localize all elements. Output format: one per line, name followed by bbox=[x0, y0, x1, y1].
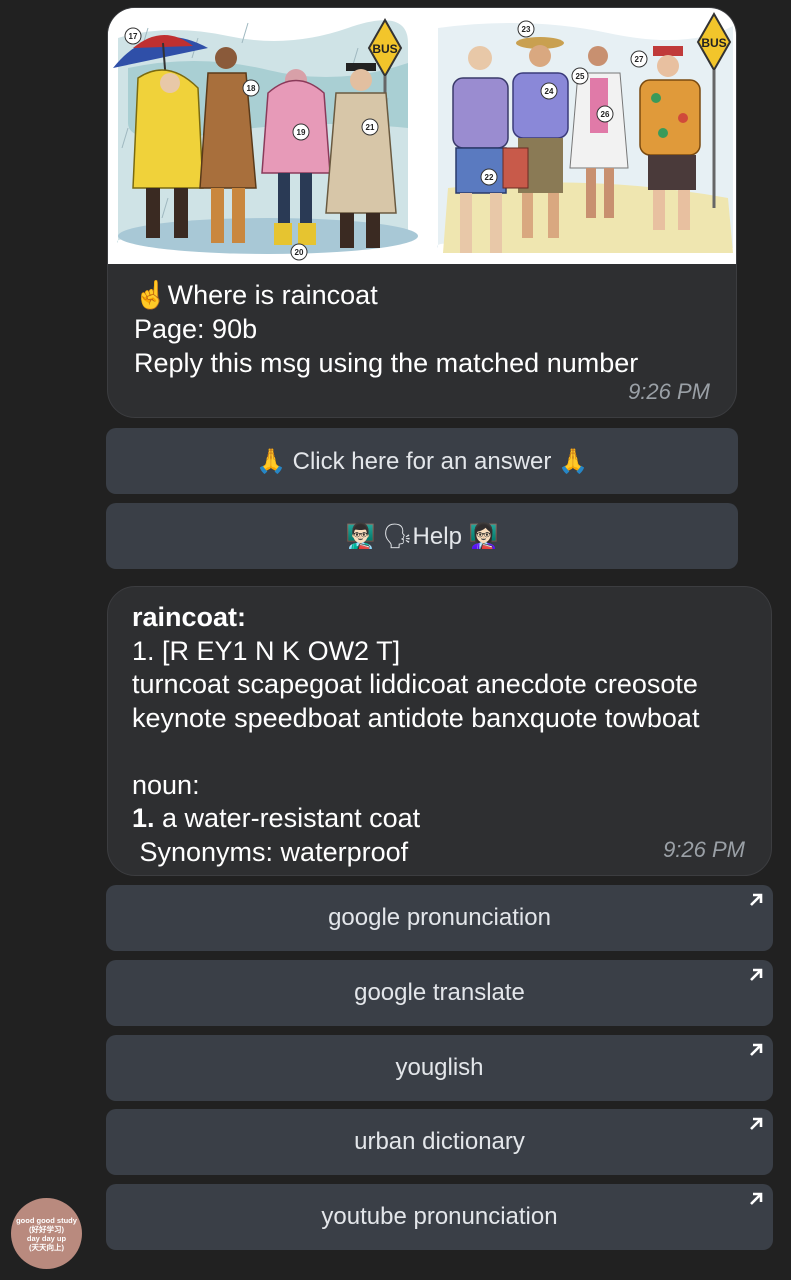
svg-text:18: 18 bbox=[247, 84, 256, 93]
definition-text: a water-resistant coat bbox=[154, 803, 421, 833]
youglish-label: youglish bbox=[395, 1054, 484, 1081]
rhymes-line-2: keynote speedboat antidote banxquote tow… bbox=[132, 702, 700, 733]
help-button-label: 👨🏻‍🏫 🗣Help 👩🏻‍🏫 bbox=[345, 522, 499, 550]
svg-text:17: 17 bbox=[129, 32, 138, 41]
page-reference: Page: 90b bbox=[134, 314, 258, 344]
help-button[interactable]: 👨🏻‍🏫 🗣Help 👩🏻‍🏫 bbox=[106, 503, 738, 569]
answer-button[interactable]: 🙏 Click here for an answer 🙏 bbox=[106, 428, 738, 494]
message-timestamp: 9:26 PM bbox=[663, 837, 745, 862]
google-translate-label: google translate bbox=[354, 979, 525, 1006]
svg-text:19: 19 bbox=[297, 128, 306, 137]
dictionary-message-bubble: raincoat: 1. [R EY1 N K OW2 T] turncoat … bbox=[107, 586, 772, 876]
vocabulary-illustration[interactable]: BUS BUS 17 18 19 20 21 22 23 24 25 26 27 bbox=[108, 8, 736, 264]
quiz-message-bubble: BUS BUS 17 18 19 20 21 22 23 24 25 26 27… bbox=[107, 7, 737, 418]
svg-text:BUS: BUS bbox=[701, 36, 726, 50]
youglish-button[interactable]: youglish bbox=[106, 1035, 773, 1101]
external-link-arrow-icon bbox=[750, 893, 763, 906]
svg-text:26: 26 bbox=[601, 110, 610, 119]
external-link-arrow-icon bbox=[750, 1117, 763, 1130]
urban-dictionary-label: urban dictionary bbox=[354, 1128, 525, 1155]
svg-text:27: 27 bbox=[635, 55, 644, 64]
external-link-arrow-icon bbox=[750, 1192, 763, 1205]
message-timestamp: 9:26 PM bbox=[628, 379, 710, 404]
avatar-text-line: day day up bbox=[26, 1233, 67, 1243]
definition-row: 1. a water-resistant coat bbox=[132, 802, 751, 836]
rhymes-line-1: turncoat scapegoat liddicoat anecdote cr… bbox=[132, 669, 698, 699]
svg-text:21: 21 bbox=[366, 123, 375, 132]
part-of-speech: noun: bbox=[132, 769, 200, 800]
svg-text:BUS: BUS bbox=[372, 42, 397, 56]
google-translate-button[interactable]: google translate bbox=[106, 960, 773, 1026]
svg-text:24: 24 bbox=[545, 87, 554, 96]
svg-text:20: 20 bbox=[295, 248, 304, 257]
external-link-arrow-icon bbox=[750, 1043, 763, 1056]
headword: raincoat: bbox=[132, 602, 247, 632]
youtube-pronunciation-label: youtube pronunciation bbox=[321, 1203, 558, 1230]
bot-avatar[interactable]: good good study (好好学习) day day up (天天向上) bbox=[11, 1198, 82, 1269]
avatar-text-line: (天天向上) bbox=[29, 1242, 64, 1252]
answer-button-label: 🙏 Click here for an answer 🙏 bbox=[256, 447, 588, 475]
external-link-arrow-icon bbox=[750, 968, 763, 981]
svg-text:23: 23 bbox=[522, 25, 531, 34]
avatar-text-line: (好好学习) bbox=[29, 1224, 64, 1234]
svg-text:25: 25 bbox=[576, 72, 585, 81]
avatar-text-line: good good study bbox=[16, 1215, 77, 1225]
google-pronunciation-button[interactable]: google pronunciation bbox=[106, 885, 773, 951]
question-text: ☝️Where is raincoat bbox=[134, 280, 378, 310]
svg-text:22: 22 bbox=[485, 173, 494, 182]
pronunciation: 1. [R EY1 N K OW2 T] bbox=[132, 635, 401, 666]
youtube-pronunciation-button[interactable]: youtube pronunciation bbox=[106, 1184, 773, 1250]
urban-dictionary-button[interactable]: urban dictionary bbox=[106, 1109, 773, 1175]
reply-instruction: Reply this msg using the matched number bbox=[134, 348, 639, 378]
google-pronunciation-label: google pronunciation bbox=[328, 904, 551, 931]
synonyms: Synonyms: waterproof bbox=[132, 836, 409, 867]
definition-number: 1. bbox=[132, 803, 155, 833]
